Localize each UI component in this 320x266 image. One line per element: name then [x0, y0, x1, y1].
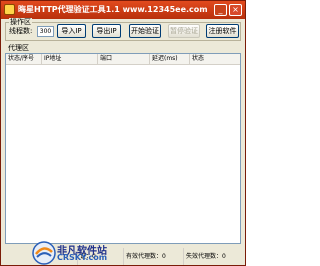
minimize-button[interactable]: _ [214, 4, 227, 16]
register-software-button[interactable]: 注册软件 [206, 24, 239, 38]
operation-group-label: 操作区 [9, 18, 32, 26]
proxy-group-label: 代理区 [8, 44, 29, 52]
proxy-table-header: 状态/序号 IP地址 端口 延迟(ms) 状态 [6, 54, 240, 65]
status-invalid-count: 失效代理数：0 [183, 248, 243, 265]
watermark: 非凡软件站 CRSKY.com [31, 240, 123, 266]
proxy-table[interactable]: 状态/序号 IP地址 端口 延迟(ms) 状态 [5, 53, 241, 244]
column-header-ip[interactable]: IP地址 [42, 54, 98, 64]
close-button[interactable]: × [229, 4, 242, 16]
window-title: 晦星HTTP代理验证工具1.1 www.12345ee.com [18, 5, 208, 14]
watermark-logo-icon [32, 241, 56, 265]
column-header-latency[interactable]: 延迟(ms) [150, 54, 190, 64]
thread-count-label: 线程数: [9, 27, 33, 35]
column-header-status[interactable]: 状态 [190, 54, 240, 64]
import-ip-button[interactable]: 导入IP [57, 24, 86, 38]
watermark-domain: CRSKY.com [57, 253, 108, 262]
app-window: 晦星HTTP代理验证工具1.1 www.12345ee.com _ × 操作区 … [0, 0, 246, 266]
status-valid-count: 有效代理数：0 [123, 248, 181, 265]
app-icon [4, 4, 15, 15]
column-header-index[interactable]: 状态/序号 [6, 54, 42, 64]
thread-count-input[interactable]: 300 [37, 26, 54, 37]
export-ip-button[interactable]: 导出IP [92, 24, 121, 38]
column-header-port[interactable]: 端口 [98, 54, 150, 64]
title-bar[interactable]: 晦星HTTP代理验证工具1.1 www.12345ee.com _ × [1, 1, 245, 19]
pause-verify-button[interactable]: 暂停验证 [168, 24, 200, 38]
start-verify-button[interactable]: 开始验证 [129, 24, 161, 38]
